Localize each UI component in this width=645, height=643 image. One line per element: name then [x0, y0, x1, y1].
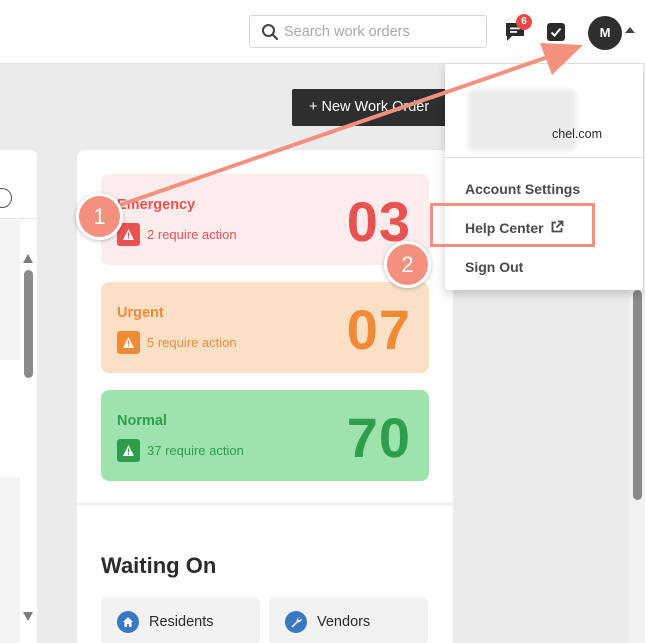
- account-settings-menu-item[interactable]: Account Settings: [465, 181, 580, 197]
- checkbox-icon: [550, 27, 562, 37]
- waiting-residents-button[interactable]: Residents: [101, 597, 260, 643]
- sign-out-menu-item[interactable]: Sign Out: [465, 259, 523, 275]
- emergency-priority-card[interactable]: Emergency 2 require action 03: [101, 174, 429, 265]
- require-action-text: 37 require action: [147, 443, 244, 458]
- waiting-on-heading: Waiting On: [101, 553, 217, 578]
- wrench-icon: [285, 611, 307, 633]
- warning-icon: [117, 331, 140, 354]
- urgent-priority-card[interactable]: Urgent 5 require action 07: [101, 282, 429, 373]
- home-icon: [117, 611, 139, 633]
- messages-count-badge: 6: [516, 14, 532, 30]
- user-avatar[interactable]: M: [588, 16, 622, 50]
- priority-summary-card: Emergency 2 require action 03 Urgent 5 r…: [77, 150, 453, 643]
- priority-title: Urgent: [117, 305, 164, 321]
- left-list-row[interactable]: [0, 220, 20, 360]
- menu-divider: [445, 157, 643, 158]
- help-center-highlight: [430, 203, 595, 247]
- caret-up-icon[interactable]: [625, 27, 635, 33]
- require-action-text: 5 require action: [147, 335, 237, 350]
- section-divider: [77, 502, 453, 506]
- warning-icon: [117, 439, 140, 462]
- require-action-text: 2 require action: [147, 227, 237, 242]
- user-email: chel.com: [552, 127, 603, 141]
- search-input[interactable]: [284, 21, 479, 42]
- waiting-residents-label: Residents: [149, 614, 214, 630]
- new-work-order-button[interactable]: + New Work Order: [292, 89, 447, 126]
- search-icon: [262, 24, 279, 41]
- scrollbar-thumb[interactable]: [633, 290, 642, 500]
- priority-count: 70: [346, 406, 411, 469]
- search-box[interactable]: [249, 15, 487, 48]
- priority-title: Normal: [117, 413, 167, 429]
- tasks-button[interactable]: [547, 23, 565, 41]
- left-list-row[interactable]: [0, 477, 20, 643]
- scroll-down-arrow-icon[interactable]: [23, 612, 33, 621]
- waiting-vendors-label: Vendors: [317, 614, 371, 630]
- user-menu-dropdown: chel.com Account Settings Help Center Si…: [445, 64, 643, 290]
- top-bar: 6 M: [0, 0, 645, 64]
- left-panel-divider: [0, 218, 37, 219]
- waiting-vendors-button[interactable]: Vendors: [269, 597, 428, 643]
- step-1-marker: 1: [76, 193, 123, 240]
- normal-priority-card[interactable]: Normal 37 require action 70: [101, 390, 429, 481]
- priority-count: 07: [346, 298, 411, 361]
- scroll-up-arrow-icon[interactable]: [23, 254, 33, 263]
- blurred-user-info: [468, 90, 576, 150]
- priority-title: Emergency: [117, 197, 196, 213]
- scrollbar-thumb[interactable]: [24, 270, 33, 378]
- step-2-marker: 2: [384, 241, 431, 288]
- left-scrollbar[interactable]: [20, 248, 36, 628]
